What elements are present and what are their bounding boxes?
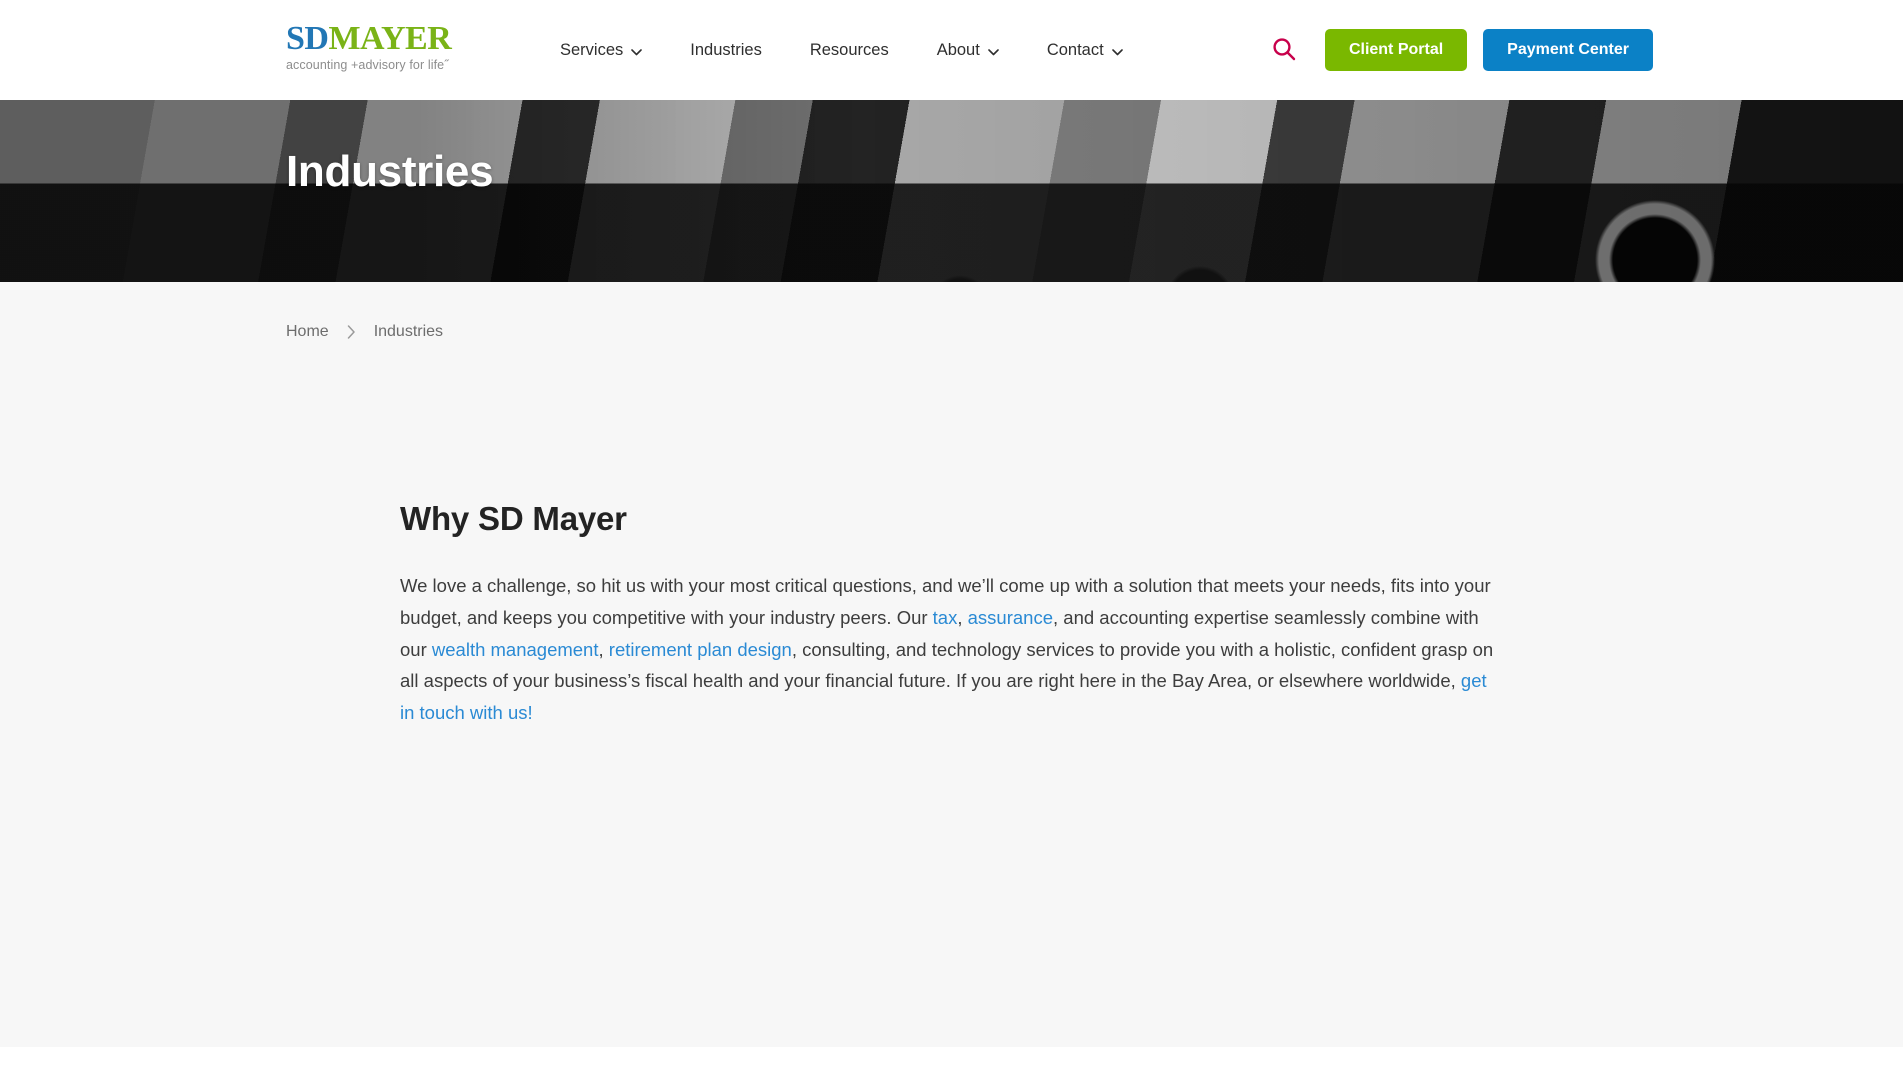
payment-center-button[interactable]: Payment Center: [1483, 29, 1653, 71]
serve-content: OUR INDUSTRIES + Who We Serve Your niche…: [286, 1047, 1316, 1089]
chevron-down-icon: [988, 48, 999, 56]
nav-label-services: Services: [560, 40, 624, 59]
logo-tagline: accounting +advisory for life˝: [286, 58, 449, 72]
why-sd-mayer-section: Why SD Mayer We love a challenge, so hit…: [0, 382, 1903, 1047]
why-text-2: ,: [957, 606, 968, 628]
chevron-down-icon: [1111, 48, 1123, 56]
nav-label-about: About: [936, 40, 980, 59]
link-assurance[interactable]: assurance: [968, 607, 1053, 628]
link-tax[interactable]: tax: [933, 607, 958, 628]
hero-banner: Industries: [0, 100, 1903, 282]
nav-label-resources: Resources: [809, 40, 889, 59]
chevron-right-icon: [347, 325, 356, 339]
nav-label-industries: Industries: [690, 40, 762, 59]
site-header: SDMAYER accounting +advisory for life˝ S…: [0, 0, 1903, 100]
header-actions: Client Portal Payment Center: [1267, 0, 1653, 100]
nav-item-contact[interactable]: Contact: [1047, 41, 1123, 60]
breadcrumb-item-current: Industries: [373, 323, 444, 340]
nav-item-about[interactable]: About: [937, 41, 999, 60]
search-icon: [1271, 36, 1297, 65]
logo-text-sd: SD: [286, 20, 329, 57]
breadcrumb-item-home[interactable]: Home: [286, 323, 329, 341]
nav-item-services[interactable]: Services: [560, 40, 643, 60]
why-content: Why SD Mayer We love a challenge, so hit…: [400, 382, 1500, 729]
nav-label-contact: Contact: [1046, 40, 1104, 59]
link-wealth-management[interactable]: wealth management: [432, 639, 599, 660]
nav-item-industries[interactable]: Industries: [690, 41, 762, 60]
site-logo[interactable]: SDMAYER accounting +advisory for life˝: [286, 22, 466, 73]
breadcrumb-band: Home Industries: [0, 282, 1903, 382]
main-navigation: Services Industries Resources About Cont…: [560, 0, 1123, 100]
breadcrumb: Home Industries: [286, 323, 443, 341]
page-title: Industries: [286, 147, 494, 196]
nav-item-resources[interactable]: Resources: [810, 41, 889, 60]
why-text-4: ,: [598, 638, 609, 660]
search-button[interactable]: [1267, 33, 1301, 67]
why-heading: Why SD Mayer: [400, 500, 627, 537]
chevron-down-icon: [631, 48, 643, 56]
logo-text-mayer: MAYER: [328, 20, 452, 57]
client-portal-button[interactable]: Client Portal: [1324, 29, 1468, 71]
why-paragraph: We love a challenge, so hit us with your…: [400, 570, 1500, 729]
who-we-serve-section: OUR INDUSTRIES + Who We Serve Your niche…: [0, 1047, 1903, 1089]
logo-wordmark: SDMAYER: [286, 22, 466, 56]
link-retirement-plan-design[interactable]: retirement plan design: [609, 639, 792, 660]
